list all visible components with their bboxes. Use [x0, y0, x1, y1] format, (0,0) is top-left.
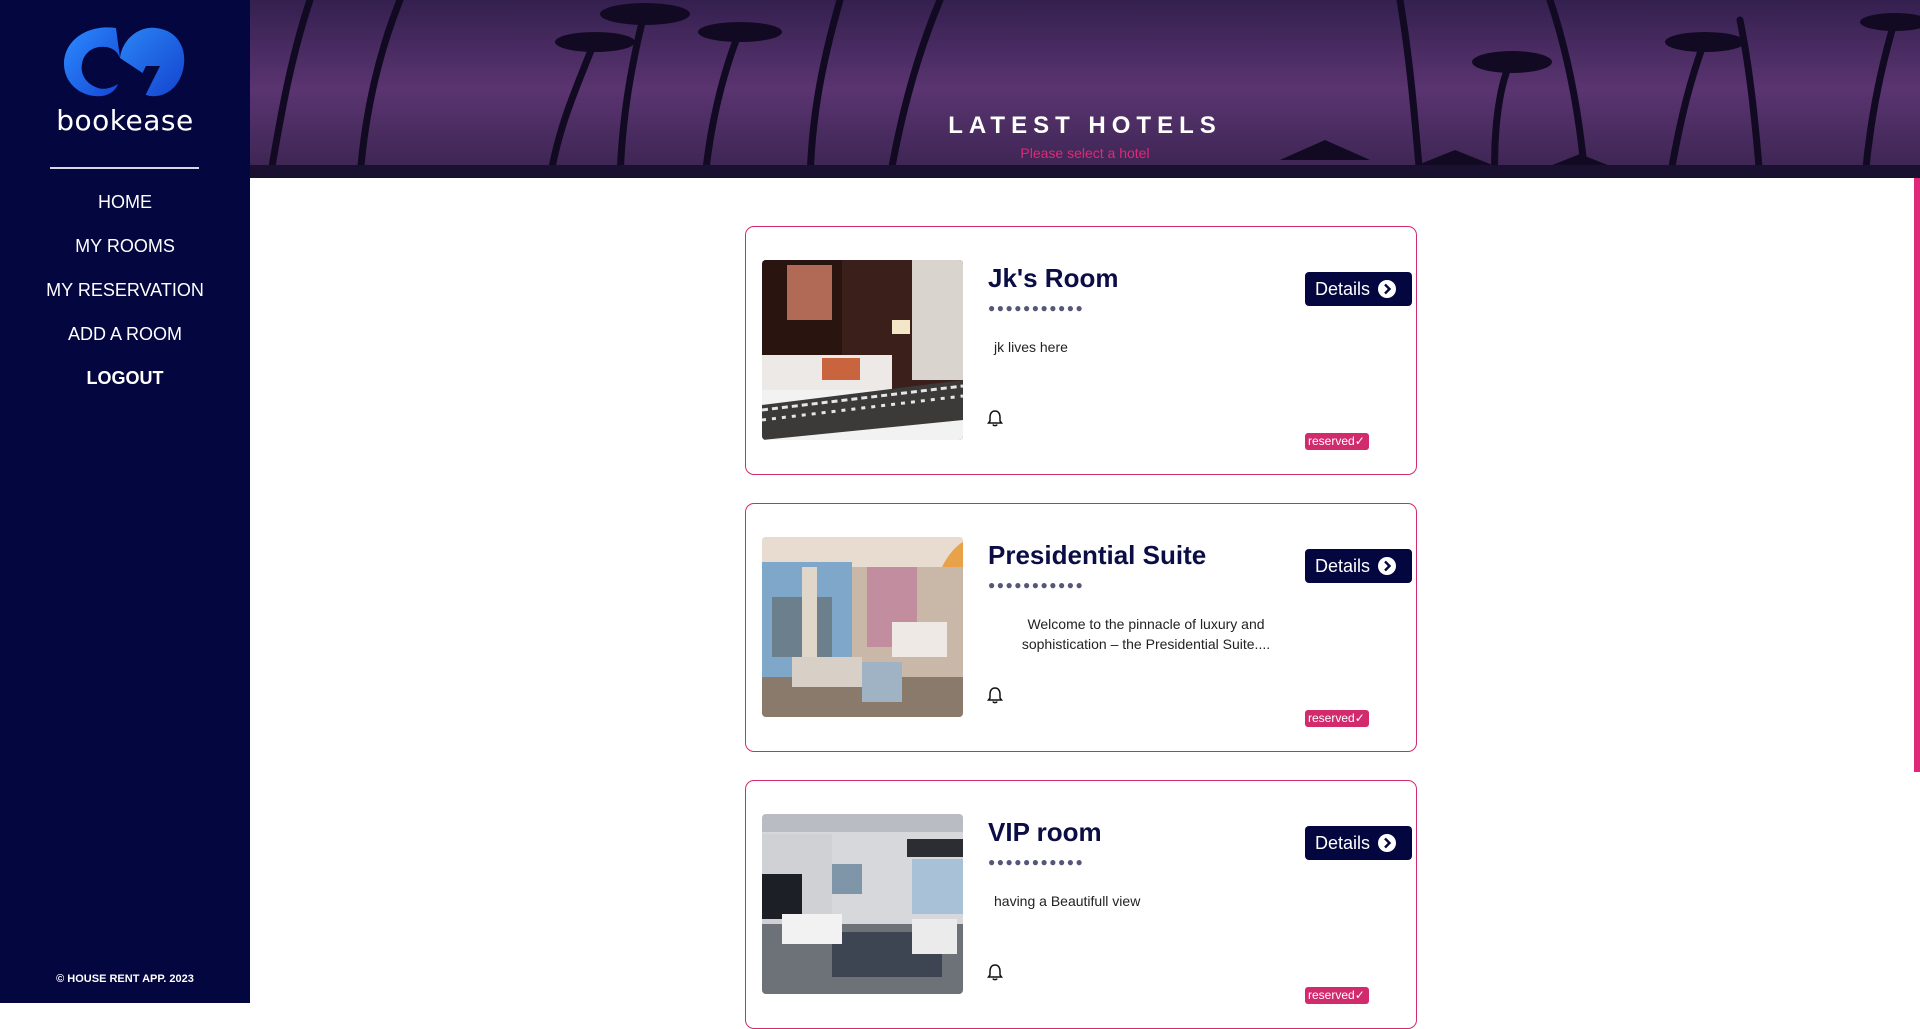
bell-icon[interactable]: [987, 686, 1003, 704]
room-description: Welcome to the pinnacle of luxury and so…: [1021, 616, 1271, 652]
room-description: having a Beautifull view: [994, 893, 1141, 909]
details-button[interactable]: Details: [1305, 826, 1412, 860]
room-photo[interactable]: [762, 814, 963, 994]
details-label: Details: [1315, 556, 1371, 576]
nav-add-a-room[interactable]: ADD A ROOM: [0, 322, 250, 366]
reserved-badge: reserved✓: [1305, 987, 1369, 1004]
arrow-right-circle-icon: [1378, 557, 1396, 575]
sidebar-divider: [50, 167, 199, 169]
hotel-card: Jk's Room ●●●●●●●●●●● jk lives here Deta…: [745, 226, 1417, 475]
scrollbar-thumb[interactable]: [1914, 178, 1920, 772]
room-title: VIP room: [988, 817, 1102, 847]
brand-name: bookease: [56, 104, 194, 137]
hotel-card: VIP room ●●●●●●●●●●● having a Beautifull…: [745, 780, 1417, 1029]
page-subtitle: Please select a hotel: [1020, 145, 1150, 161]
rating-dots: ●●●●●●●●●●●: [988, 855, 1085, 869]
details-label: Details: [1315, 833, 1371, 853]
room-title: Presidential Suite: [988, 540, 1207, 570]
arrow-right-circle-icon: [1378, 834, 1396, 852]
hero-banner: LATEST HOTELS Please select a hotel: [250, 0, 1920, 178]
rating-dots: ●●●●●●●●●●●: [988, 578, 1085, 592]
bell-icon[interactable]: [987, 409, 1003, 427]
nav-my-rooms[interactable]: MY ROOMS: [0, 234, 250, 278]
hotel-card: Presidential Suite ●●●●●●●●●●● Welcome t…: [745, 503, 1417, 752]
room-title: Jk's Room: [988, 263, 1119, 293]
details-button[interactable]: Details: [1305, 549, 1412, 583]
room-description: jk lives here: [994, 339, 1068, 355]
reserved-badge: reserved✓: [1305, 710, 1369, 727]
copyright-text: © HOUSE RENT APP. 2023: [56, 973, 194, 985]
bookease-logo-icon[interactable]: [60, 22, 190, 102]
details-button[interactable]: Details: [1305, 272, 1412, 306]
nav-home[interactable]: HOME: [0, 190, 250, 234]
sidebar: bookease HOME MY ROOMS MY RESERVATION AD…: [0, 0, 250, 1003]
reserved-badge: reserved✓: [1305, 433, 1369, 450]
arrow-right-circle-icon: [1378, 280, 1396, 298]
room-photo[interactable]: [762, 260, 963, 440]
rating-dots: ●●●●●●●●●●●: [988, 301, 1085, 315]
sidebar-nav: HOME MY ROOMS MY RESERVATION ADD A ROOM …: [0, 190, 250, 410]
room-photo[interactable]: [762, 537, 963, 717]
details-label: Details: [1315, 279, 1371, 299]
nav-logout[interactable]: LOGOUT: [0, 366, 250, 410]
page-title: LATEST HOTELS: [948, 112, 1222, 139]
bell-icon[interactable]: [987, 963, 1003, 981]
nav-my-reservation[interactable]: MY RESERVATION: [0, 278, 250, 322]
